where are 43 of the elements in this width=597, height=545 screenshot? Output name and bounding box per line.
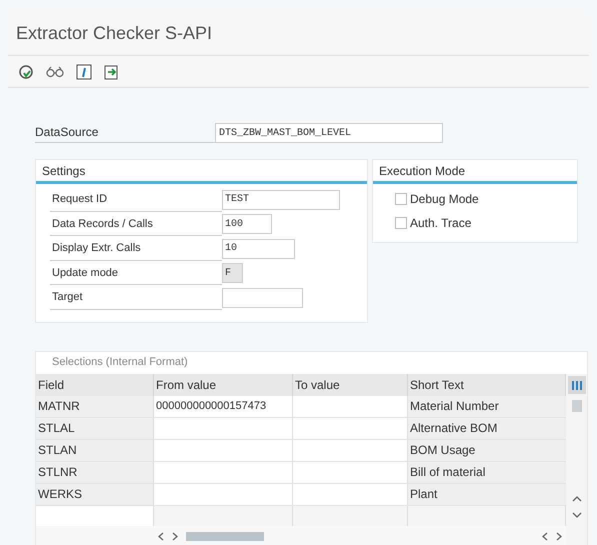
field-label: Update mode: [50, 262, 222, 285]
chevron-down-icon[interactable]: [572, 512, 582, 518]
table-cell: Bill of material: [408, 462, 566, 482]
input-field[interactable]: 000000000000157473: [154, 396, 293, 416]
columns-icon[interactable]: [568, 376, 586, 394]
group-title: Settings: [36, 160, 367, 184]
group-title: Selections (Internal Format): [51, 355, 189, 370]
input-field[interactable]: 100: [222, 214, 272, 234]
window-title: Extractor Checker S-API: [16, 22, 214, 45]
checkbox-label: Auth. Trace: [410, 215, 472, 232]
table-cell: STLAN: [36, 440, 154, 460]
field-label: Display Extr. Calls: [50, 237, 222, 260]
chevron-up-icon[interactable]: [572, 496, 582, 502]
table-cell: STLNR: [36, 462, 154, 482]
input-field[interactable]: 10: [222, 238, 295, 259]
table-cell: STLAL: [36, 418, 154, 438]
field-label: DataSource: [35, 123, 215, 143]
table-cell: MATNR: [36, 396, 154, 416]
table-cell: Material Number: [408, 396, 566, 416]
scrollbar-thumb[interactable]: [572, 400, 582, 412]
chevron-right-icon[interactable]: [172, 532, 178, 541]
checkbox[interactable]: [395, 217, 407, 229]
chevron-left-icon[interactable]: [542, 532, 548, 541]
field-label: Data Records / Calls: [50, 212, 222, 236]
input-field[interactable]: [222, 288, 303, 308]
checkbox[interactable]: [395, 193, 407, 205]
table-cell: WERKS: [36, 484, 154, 504]
export-icon[interactable]: [104, 64, 120, 80]
checkbox-label: Debug Mode: [410, 191, 479, 208]
field-label: Target: [50, 286, 222, 310]
chevron-left-icon[interactable]: [158, 532, 164, 541]
scrollbar-thumb[interactable]: [186, 532, 264, 541]
table-cell: Alternative BOM: [408, 418, 566, 438]
table-cell: BOM Usage: [408, 440, 566, 460]
table-cell: Plant: [408, 484, 566, 504]
datasource-field[interactable]: DTS_ZBW_MAST_BOM_LEVEL: [215, 123, 443, 143]
info-icon[interactable]: [76, 64, 92, 80]
execute-icon[interactable]: [18, 64, 34, 80]
input-field[interactable]: TEST: [222, 190, 340, 210]
chevron-right-icon[interactable]: [556, 532, 562, 541]
field-label: Request ID: [50, 188, 222, 212]
group-title: Execution Mode: [373, 160, 577, 184]
glasses-icon[interactable]: [46, 66, 64, 78]
